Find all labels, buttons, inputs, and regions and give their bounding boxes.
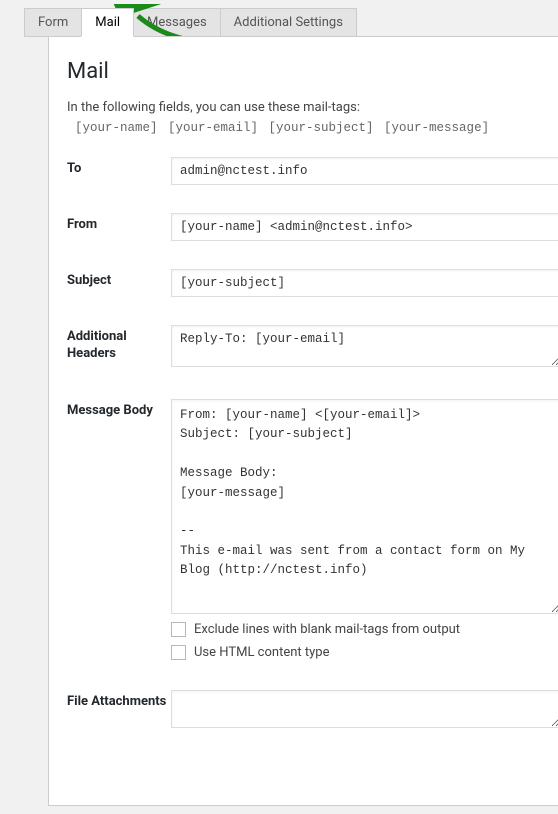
- tab-mail[interactable]: Mail: [81, 8, 134, 37]
- page-title: Mail: [67, 59, 558, 84]
- exclude-blank-label: Exclude lines with blank mail-tags from …: [194, 622, 460, 637]
- description-text: In the following fields, you can use the…: [67, 100, 558, 115]
- to-input[interactable]: [171, 157, 558, 185]
- mail-panel: Mail In the following fields, you can us…: [48, 36, 558, 806]
- label-subject: Subject: [67, 269, 171, 290]
- tab-additional-settings[interactable]: Additional Settings: [220, 8, 357, 37]
- label-message-body: Message Body: [67, 399, 171, 420]
- label-additional-headers: Additional Headers: [67, 325, 171, 363]
- label-from: From: [67, 213, 171, 234]
- tab-messages[interactable]: Messages: [133, 8, 221, 37]
- tab-form[interactable]: Form: [24, 8, 82, 37]
- subject-input[interactable]: [171, 269, 558, 297]
- file-attachments-textarea[interactable]: [171, 690, 558, 728]
- mail-tags-list: [your-name] [your-email] [your-subject] …: [75, 121, 558, 135]
- exclude-blank-checkbox[interactable]: [171, 622, 186, 637]
- label-to: To: [67, 157, 171, 178]
- use-html-label: Use HTML content type: [194, 645, 329, 660]
- from-input[interactable]: [171, 213, 558, 241]
- label-file-attachments: File Attachments: [67, 690, 171, 711]
- tab-bar: Form Mail Messages Additional Settings: [24, 8, 558, 37]
- additional-headers-textarea[interactable]: [171, 325, 558, 367]
- use-html-checkbox[interactable]: [171, 645, 186, 660]
- message-body-textarea[interactable]: [171, 399, 558, 614]
